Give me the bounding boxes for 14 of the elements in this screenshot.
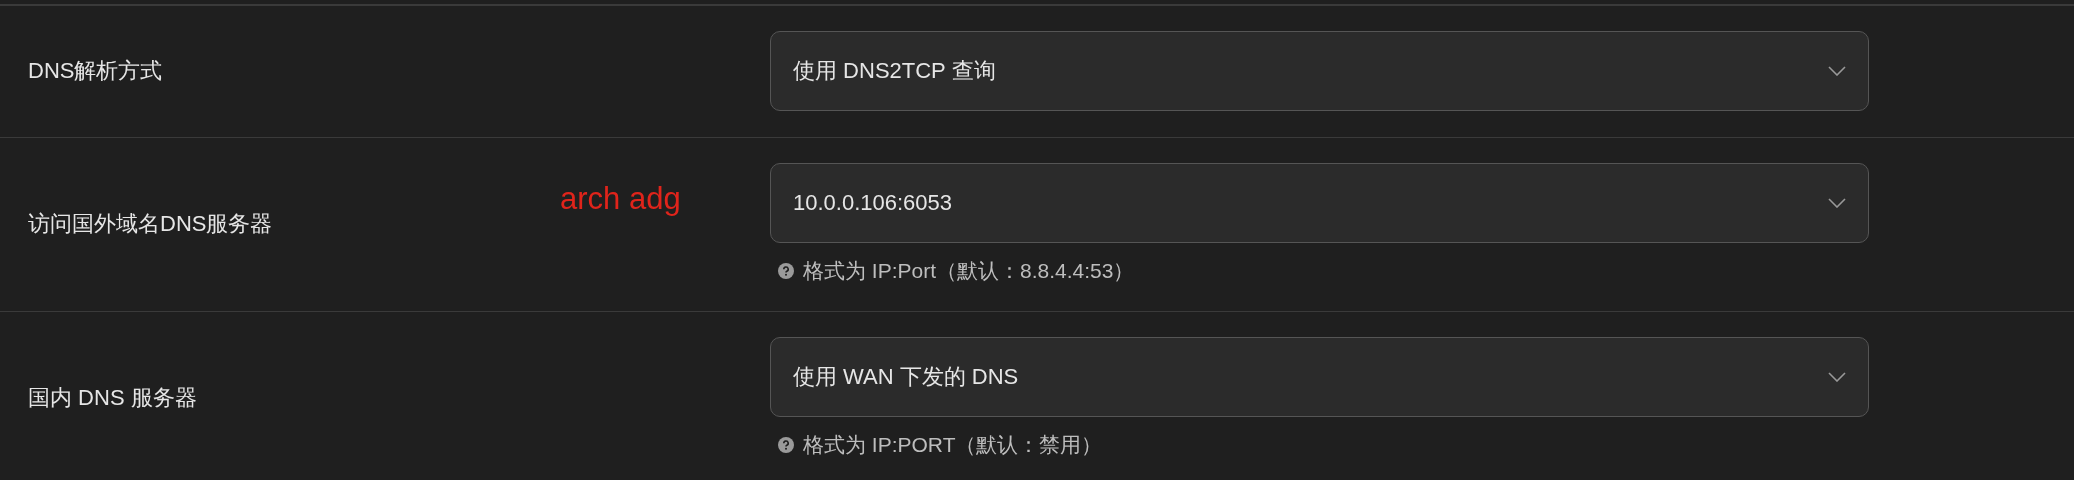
field-label: 国内 DNS 服务器	[28, 385, 197, 410]
dropdown-select[interactable]: 使用 WAN 下发的 DNS	[770, 337, 1869, 417]
chevron-down-icon	[1828, 66, 1846, 76]
dropdown-select[interactable]: 10.0.0.106:6053	[770, 163, 1869, 243]
hint-text: 格式为 IP:Port（默认：8.8.4.4:53）	[803, 258, 1135, 284]
hint-text: 格式为 IP:PORT（默认：禁用）	[803, 432, 1103, 458]
chevron-down-icon	[1828, 372, 1846, 382]
dropdown-select[interactable]: 使用 DNS2TCP 查询	[770, 31, 1869, 111]
chevron-down-icon	[1828, 198, 1846, 208]
annotation-text: arch adg	[560, 181, 681, 216]
help-icon	[778, 437, 794, 453]
help-icon	[778, 263, 794, 279]
field-label: 访问国外域名DNS服务器	[28, 211, 273, 236]
field-label: DNS解析方式	[28, 58, 163, 83]
